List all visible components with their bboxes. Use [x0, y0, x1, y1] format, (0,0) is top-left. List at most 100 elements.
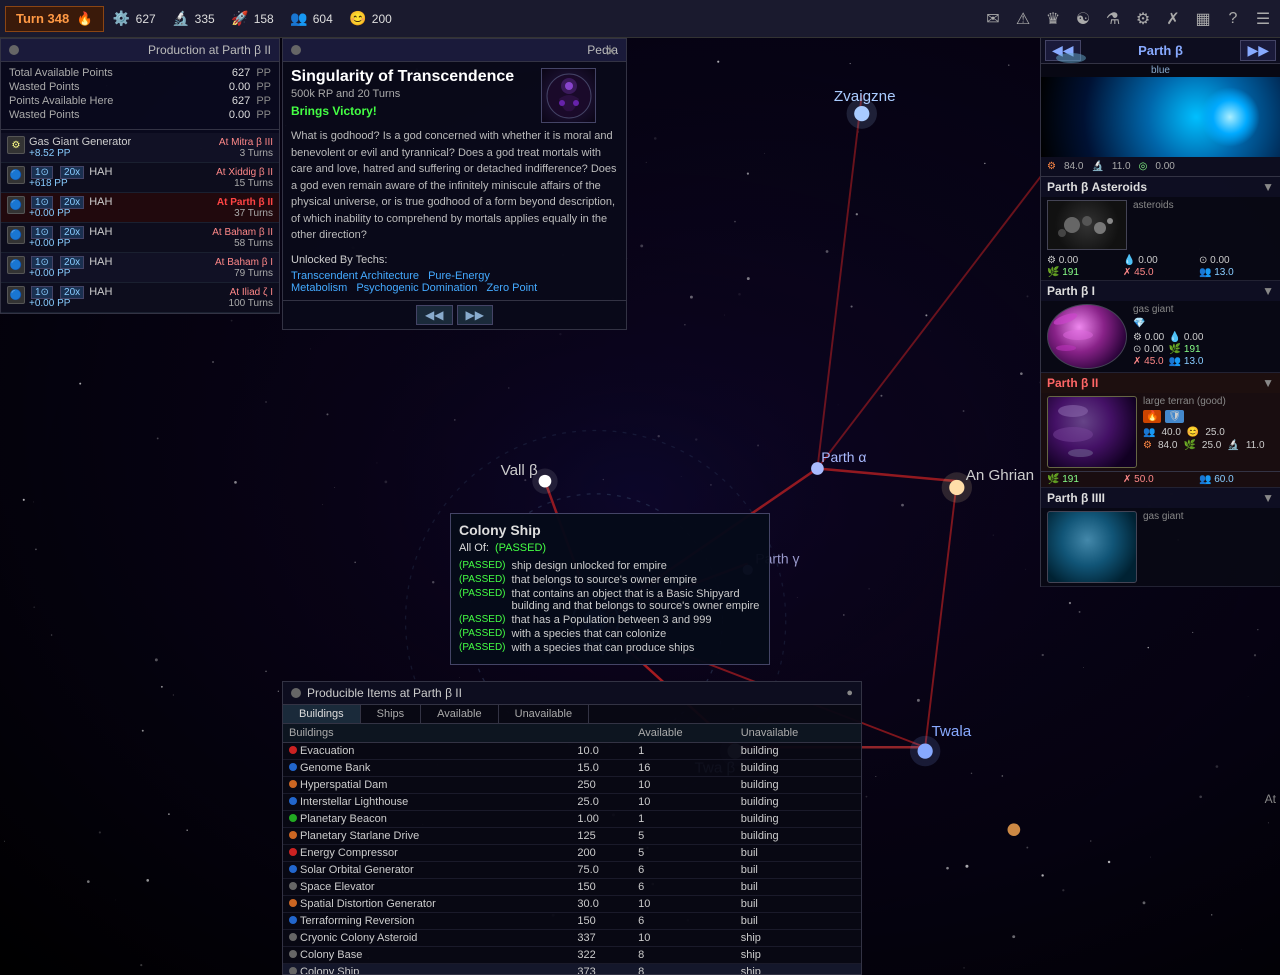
col-available: Available — [632, 724, 735, 743]
production-item[interactable]: ⚙ Gas Giant Generator At Mitra β III +8.… — [1, 133, 279, 163]
turn-button[interactable]: Turn 348 🔥 — [5, 6, 104, 32]
item-location: At Baham β I — [215, 257, 273, 268]
tech-link-1[interactable]: Transcendent Architecture — [291, 270, 419, 282]
wasted2-unit: PP — [256, 109, 271, 121]
fire-icon: 🔥 — [1143, 410, 1161, 423]
item-cost-cell: 30.0 — [571, 896, 632, 913]
table-row[interactable]: Planetary Starlane Drive 125 5 building — [283, 828, 861, 845]
planet1-icon: 💎 — [1133, 318, 1203, 329]
planet3-expand[interactable]: ▼ — [1262, 491, 1274, 505]
tech-link-2[interactable]: Pure-Energy — [428, 270, 490, 282]
items-table-scroll[interactable]: Buildings Available Unavailable Evacuati… — [283, 724, 861, 974]
pedia-close-button[interactable]: ✕ — [602, 43, 620, 61]
menu-icon[interactable]: ☰ — [1251, 7, 1275, 31]
req1-text: ship design unlocked for empire — [512, 560, 667, 572]
research2-icon[interactable]: ⚗ — [1101, 7, 1125, 31]
here-unit: PP — [256, 95, 271, 107]
pedia-header: Pedia ✕ — [283, 39, 626, 62]
production-item[interactable]: 🔵 1⊙ 20x HAH At Iliad ζ I +0.00 PP 100 T… — [1, 283, 279, 313]
tech-link-5[interactable]: Zero Point — [486, 282, 537, 294]
table-row[interactable]: Space Elevator 150 6 buil — [283, 879, 861, 896]
bullet-blue — [289, 797, 297, 805]
item-pp: +0.00 PP — [29, 208, 70, 219]
item-location: At Xiddig β II — [216, 167, 273, 178]
table-header-row: Buildings Available Unavailable — [283, 724, 861, 743]
bottom-panel: Producible Items at Parth β II ● Buildin… — [282, 681, 862, 975]
table-row[interactable]: Colony Ship 373 8 ship — [283, 964, 861, 975]
table-row[interactable]: Genome Bank 15.0 16 building — [283, 760, 861, 777]
diplomacy-icon[interactable]: ☯ — [1071, 7, 1095, 31]
bottom-close-button[interactable]: ● — [846, 687, 853, 699]
planet2-name: Parth β II — [1047, 376, 1262, 390]
table-row[interactable]: Solar Orbital Generator 75.0 6 buil — [283, 862, 861, 879]
svg-text:An Ghrian: An Ghrian — [966, 467, 1034, 484]
table-row[interactable]: Spatial Distortion Generator 30.0 10 bui… — [283, 896, 861, 913]
table-row[interactable]: Evacuation 10.0 1 building — [283, 743, 861, 760]
asteroids-expand[interactable]: ▼ — [1262, 180, 1274, 194]
right-nav-fwd[interactable]: ▶▶ — [1240, 40, 1276, 61]
tab-unavailable[interactable]: Unavailable — [499, 705, 589, 723]
happy-val: 25.0 — [1205, 427, 1224, 438]
table-row[interactable]: Cryonic Colony Asteroid 337 10 ship — [283, 930, 861, 947]
close2-icon[interactable]: ✗ — [1161, 7, 1185, 31]
res2-icon: 🔬 — [1227, 440, 1239, 451]
tech-link-3[interactable]: Metabolism — [291, 282, 347, 294]
tab-ships[interactable]: Ships — [361, 705, 422, 723]
res-prod-icon: ⚙ — [1047, 161, 1056, 172]
food-icon: 🌿 — [1183, 440, 1195, 451]
population-value: 604 — [313, 12, 333, 26]
bullet-red — [289, 848, 297, 856]
tech-link-4[interactable]: Psychogenic Domination — [356, 282, 477, 294]
planet1-expand[interactable]: ▼ — [1262, 284, 1274, 298]
p2-def: 👥 60.0 — [1199, 474, 1274, 485]
pedia-title: Singularity of Transcendence — [283, 62, 556, 88]
population-icon: 👥 — [289, 9, 309, 29]
asteroids-type: asteroids — [1133, 200, 1174, 250]
here-value: 627 — [232, 95, 250, 107]
total-points-row: Total Available Points 627 PP — [9, 66, 271, 80]
help-icon[interactable]: ? — [1221, 7, 1245, 31]
mail-icon[interactable]: ✉ — [981, 7, 1005, 31]
planet1-name: Parth β I — [1047, 284, 1262, 298]
item-num-cell: 6 — [632, 913, 735, 930]
production-item[interactable]: 🔵 1⊙ 20x HAH At Parth β II +0.00 PP 37 T… — [1, 193, 279, 223]
stats-prod: ⚙ 84.0 🌿 25.0 🔬 11.0 — [1143, 439, 1265, 452]
table-row[interactable]: Planetary Beacon 1.00 1 building — [283, 811, 861, 828]
item-name: 1⊙ 20x HAH — [29, 196, 112, 208]
item-info: 1⊙ 20x HAH At Baham β I +0.00 PP 79 Turn… — [29, 256, 273, 279]
p1-stat-2: 💧 0.00 — [1169, 332, 1204, 343]
wasted1-value: 0.00 — [229, 81, 250, 93]
tab-buildings[interactable]: Buildings — [283, 705, 361, 723]
pedia-nav-back[interactable]: ◀◀ — [416, 305, 452, 325]
table-row[interactable]: Colony Base 322 8 ship — [283, 947, 861, 964]
item-pp: +618 PP — [29, 178, 68, 189]
table-row[interactable]: Hyperspatial Dam 250 10 building — [283, 777, 861, 794]
pedia-nav-fwd[interactable]: ▶▶ — [457, 305, 493, 325]
table-row[interactable]: Interstellar Lighthouse 25.0 10 building — [283, 794, 861, 811]
table-row[interactable]: Energy Compressor 200 5 buil — [283, 845, 861, 862]
map-icon[interactable]: ▦ — [1191, 7, 1215, 31]
happy-icon: 😊 — [1187, 427, 1199, 438]
req2-status: (PASSED) — [459, 574, 506, 586]
alert-icon[interactable]: ⚠ — [1011, 7, 1035, 31]
settings-icon[interactable]: ⚙ — [1131, 7, 1155, 31]
table-row[interactable]: Terraforming Reversion 150 6 buil — [283, 913, 861, 930]
production-item[interactable]: 🔵 1⊙ 20x HAH At Baham β II +0.00 PP 58 T… — [1, 223, 279, 253]
planet2-type: large terran (good) — [1143, 396, 1265, 407]
production-item[interactable]: 🔵 1⊙ 20x HAH At Xiddig β II +618 PP 15 T… — [1, 163, 279, 193]
production-title: Production at Parth β II — [148, 43, 271, 57]
item-turns: 3 Turns — [240, 148, 273, 159]
svg-text:Parth α: Parth α — [821, 449, 866, 465]
resource-happiness: 😊 200 — [348, 9, 392, 29]
item-name: 1⊙ 20x HAH — [29, 286, 112, 298]
req1-status: (PASSED) — [459, 560, 506, 572]
req3-status: (PASSED) — [459, 588, 506, 612]
production-item[interactable]: 🔵 1⊙ 20x HAH At Baham β I +0.00 PP 79 Tu… — [1, 253, 279, 283]
tab-available[interactable]: Available — [421, 705, 498, 723]
ast-stat-4: 🌿 191 — [1047, 267, 1122, 278]
item-pp: +0.00 PP — [29, 298, 70, 309]
planet3-body: gas giant — [1041, 508, 1280, 586]
planet2-expand[interactable]: ▼ — [1262, 376, 1274, 390]
crown-icon[interactable]: ♛ — [1041, 7, 1065, 31]
resource-research: 🔬 335 — [171, 9, 215, 29]
